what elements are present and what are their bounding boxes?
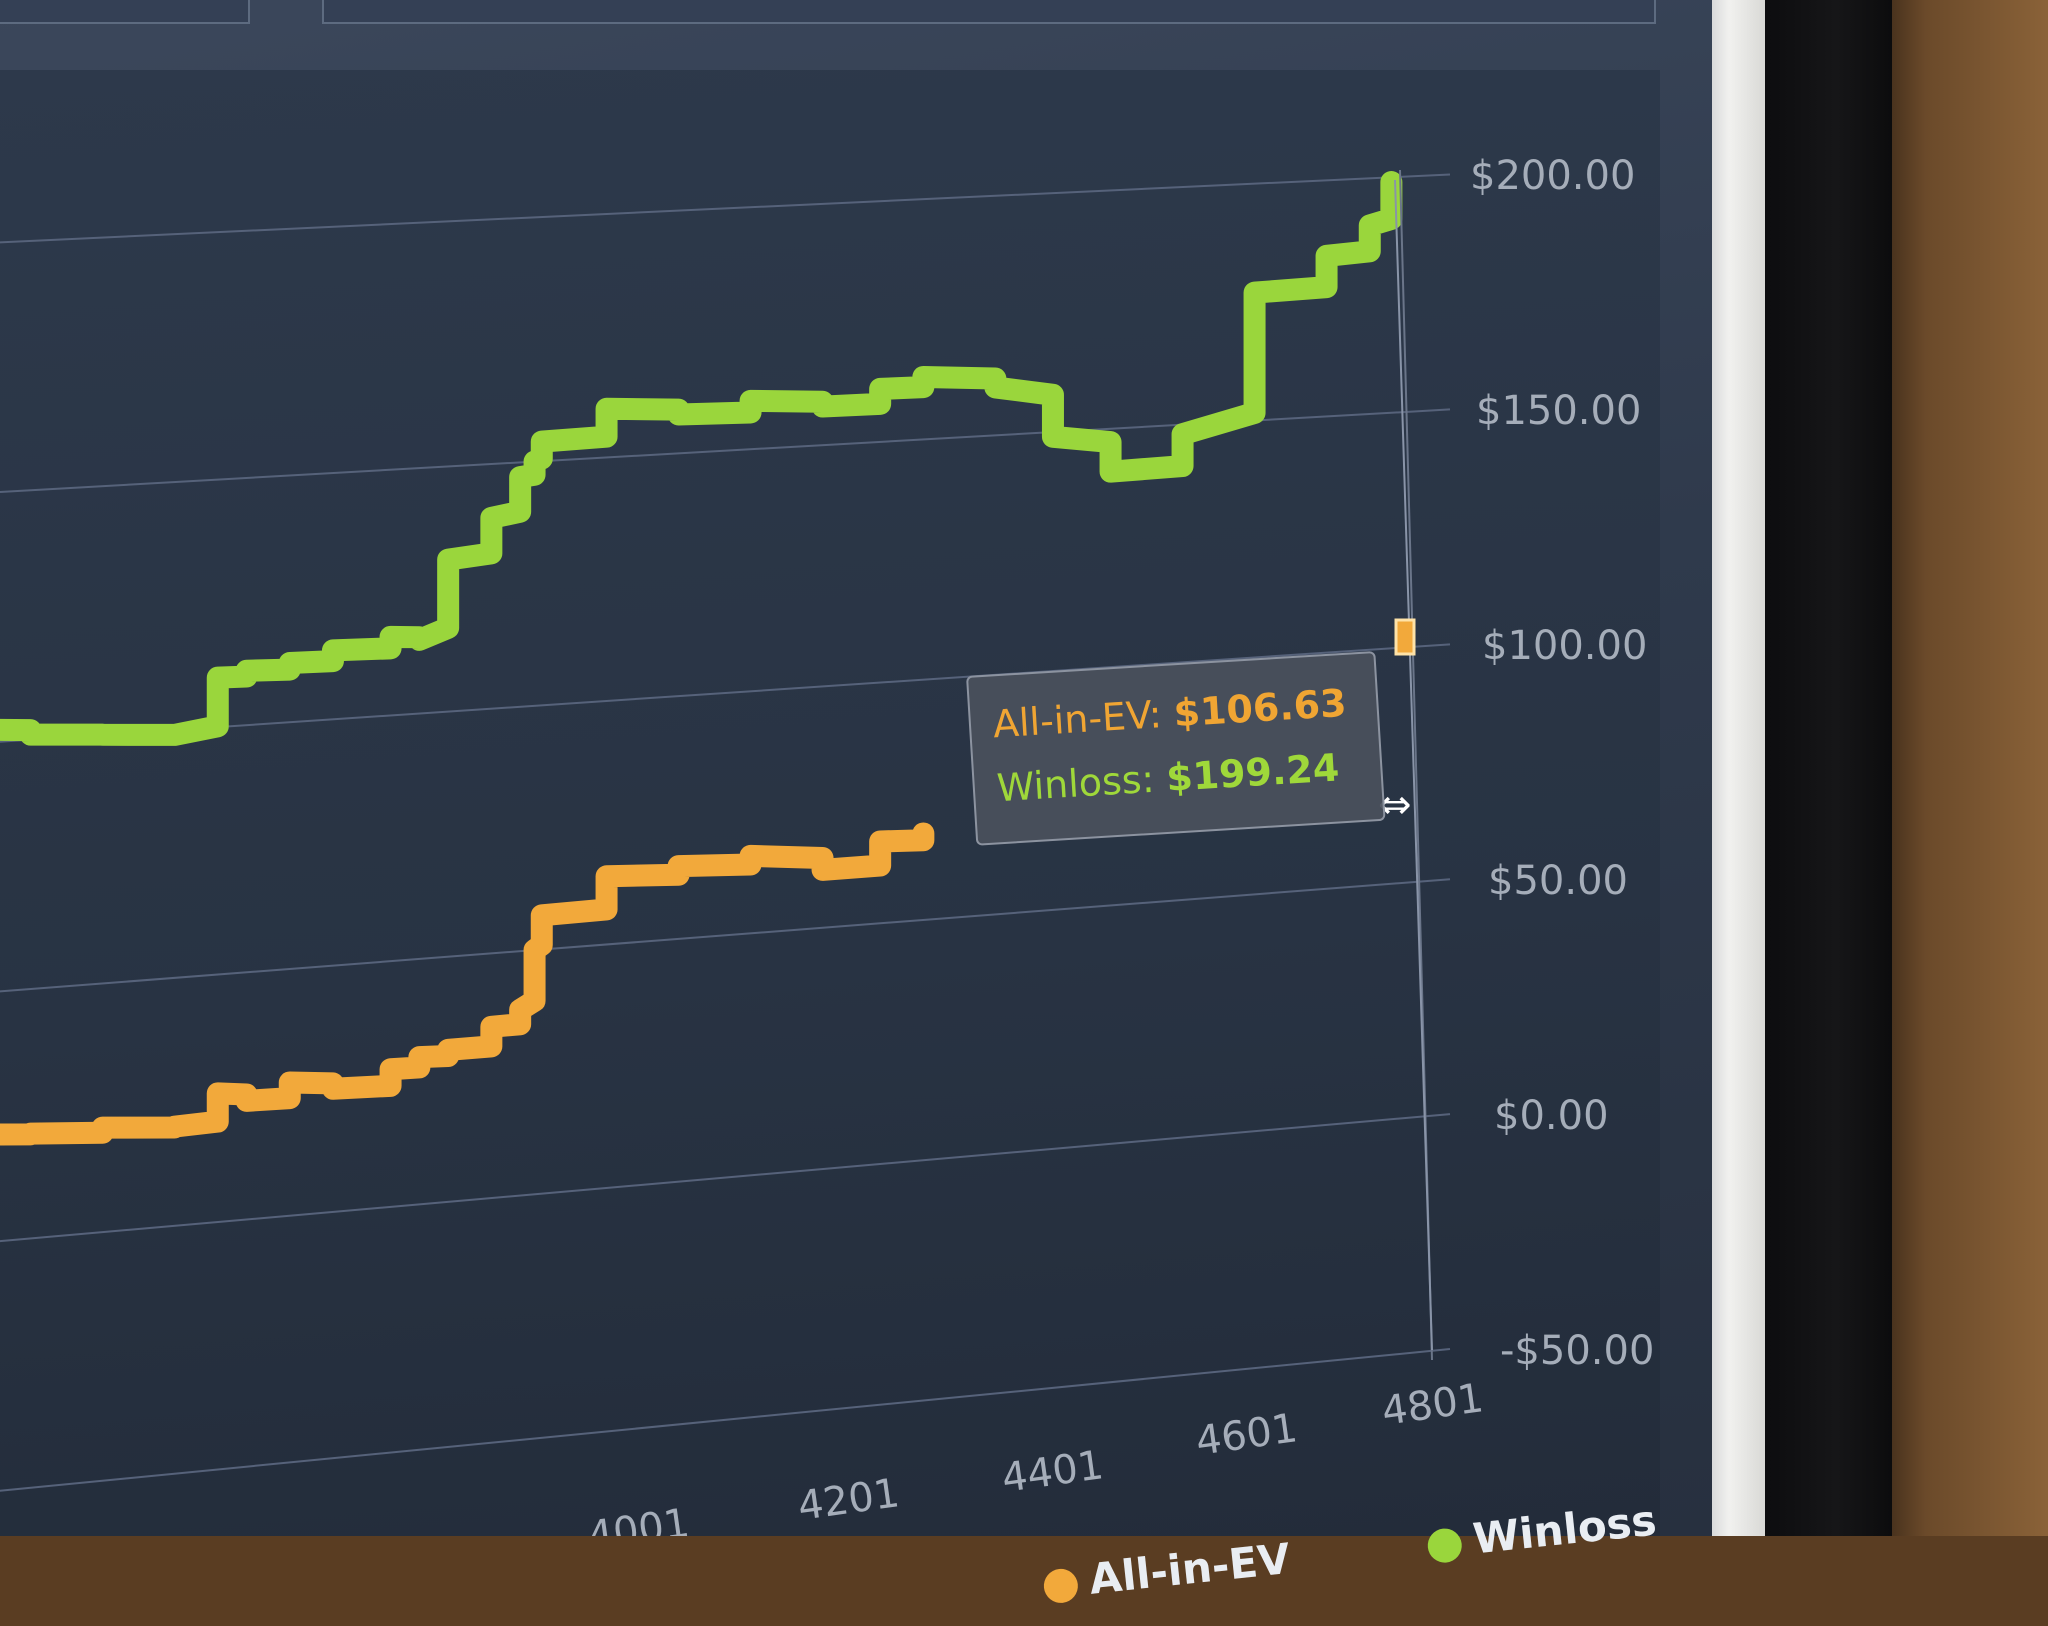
x-tick-label: 4001 <box>585 1500 692 1536</box>
window-edge <box>1705 0 1765 1536</box>
x-tick-label: 4601 <box>1193 1405 1300 1465</box>
grid-layer <box>0 173 1451 1492</box>
results-graph[interactable]: $200.00 $150.00 $100.00 $50.00 $0.00 -$50.00 4… <box>0 70 1660 1536</box>
tooltip-ev-label: All-in-EV: <box>991 692 1163 747</box>
x-tick-label: 4401 <box>999 1442 1106 1502</box>
ev-hover-marker <box>1394 618 1416 656</box>
y-tick-label: $50.00 <box>1488 858 1628 904</box>
tooltip-winloss-value: $199.24 <box>1164 745 1341 800</box>
chart-panel[interactable]: $200.00 $150.00 $100.00 $50.00 $0.00 -$50.00 4… <box>0 70 1660 1605</box>
y-tick-label: $150.00 <box>1476 388 1641 434</box>
x-tick-label: 4801 <box>1379 1375 1486 1435</box>
monitor-bezel <box>1752 0 1892 1536</box>
x-tick-label: 4201 <box>795 1470 902 1530</box>
y-tick-label: $0.00 <box>1494 1093 1609 1139</box>
y-tick-label: $100.00 <box>1482 623 1647 669</box>
legend-ev-marker <box>1042 1566 1080 1605</box>
tooltip-winloss-label: Winloss: <box>995 756 1156 811</box>
gridline-3 <box>0 878 1451 993</box>
tooltip-ev-value: $106.63 <box>1172 680 1348 736</box>
top-panel-right <box>322 0 1656 24</box>
series-line-winloss <box>0 170 1403 746</box>
y-tick-label: -$50.00 <box>1500 1328 1654 1374</box>
top-panel-left <box>0 0 250 24</box>
gridline-0 <box>0 173 1451 244</box>
legend-ev-label: All-in-EV <box>1086 1533 1293 1604</box>
hover-crosshair <box>1394 179 1433 1351</box>
app-window: $200.00 $150.00 $100.00 $50.00 $0.00 -$50.00 4… <box>0 0 1712 1605</box>
legend-item-ev[interactable]: All-in-EV <box>1041 1534 1292 1609</box>
legend-winloss-marker <box>1426 1526 1464 1564</box>
gridline-4 <box>0 1113 1451 1243</box>
series-line-all-in-ev <box>0 822 935 1146</box>
series-layer <box>0 170 1403 1146</box>
hover-tooltip: All-in-EV: $106.63 Winloss: $199.24 <box>966 650 1386 846</box>
axis-layer: $200.00 $150.00 $100.00 $50.00 $0.00 -$50.00 4… <box>585 153 1654 1536</box>
y-tick-label: $200.00 <box>1470 153 1635 199</box>
